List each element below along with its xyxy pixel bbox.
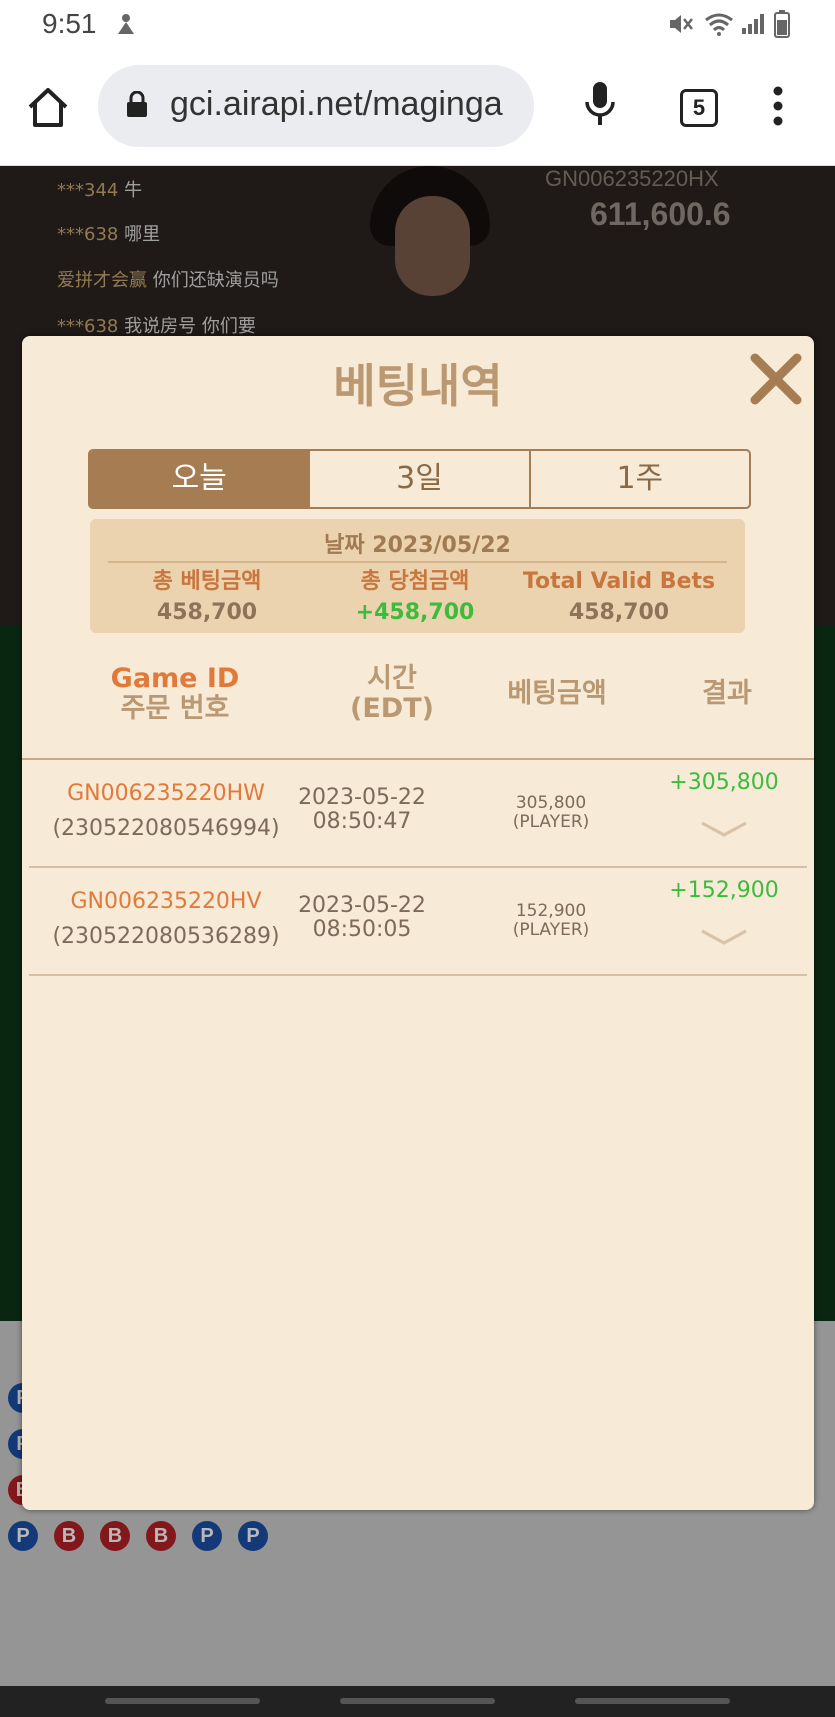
- row-date: 2023-05-22: [298, 785, 426, 810]
- browser-toolbar: gci.airapi.net/maginga 5: [0, 50, 835, 167]
- total-bet-summary: 총 베팅금액 458,700: [102, 567, 312, 629]
- lock-icon: [126, 90, 148, 117]
- total-win-label: 총 당첨금액: [360, 569, 470, 594]
- row-bet-amount: 152,900: [515, 901, 587, 921]
- row-bet-amount: 305,800: [515, 793, 587, 813]
- row-bet: 152,900 (PLAYER): [491, 902, 611, 940]
- row-result: +305,800: [669, 770, 779, 795]
- summary-date: 날짜 2023/05/22: [324, 533, 511, 558]
- valid-bets-label: Total Valid Bets: [522, 569, 716, 594]
- header-game-id-label: Game ID: [110, 663, 240, 694]
- table-row[interactable]: GN006235220HV (230522080536289) 2023-05-…: [29, 868, 807, 976]
- row-game-id: GN006235220HW: [67, 781, 265, 806]
- bet-history-modal: 베팅내역 오늘 3일 1주 날짜 2023/05/22 총 베팅금액 458,7…: [22, 336, 814, 1510]
- period-tabs: 오늘 3일 1주: [88, 449, 751, 509]
- system-nav-bar: [0, 1686, 835, 1717]
- row-clock: 08:50:05: [312, 917, 412, 942]
- address-bar[interactable]: gci.airapi.net/maginga: [98, 65, 534, 147]
- header-result: 결과: [702, 678, 752, 709]
- table-header: Game ID 주문 번호 시간 (EDT) 베팅금액 결과: [22, 664, 814, 750]
- total-bet-value: 458,700: [156, 600, 258, 625]
- header-timezone-label: (EDT): [350, 693, 434, 724]
- summary-panel: 날짜 2023/05/22 총 베팅금액 458,700 총 당첨금액 +458…: [90, 519, 745, 633]
- row-time: 2023-05-22 08:50:05: [292, 894, 432, 942]
- row-ids: GN006235220HV (230522080536289): [51, 884, 281, 954]
- row-clock: 08:50:47: [312, 809, 412, 834]
- wifi-icon: [704, 10, 734, 38]
- total-bet-label: 총 베팅금액: [152, 569, 262, 594]
- row-order-no: (230522080536289): [52, 924, 280, 949]
- row-bet-type: (PLAYER): [512, 920, 590, 940]
- modal-title: 베팅내역: [333, 359, 503, 413]
- row-game-id: GN006235220HV: [70, 889, 262, 914]
- table-row[interactable]: GN006235220HW (230522080546994) 2023-05-…: [29, 760, 807, 868]
- nav-back-handle[interactable]: [575, 1698, 730, 1704]
- chevron-down-icon[interactable]: [699, 818, 749, 840]
- header-time: 시간 (EDT): [312, 664, 472, 724]
- close-icon[interactable]: [747, 350, 805, 408]
- header-game-id: Game ID 주문 번호: [60, 664, 290, 724]
- row-ids: GN006235220HW (230522080546994): [51, 776, 281, 846]
- microphone-icon[interactable]: [584, 80, 616, 134]
- valid-bets-value: 458,700: [568, 600, 670, 625]
- status-bar: 9:51: [0, 0, 835, 50]
- row-order-no: (230522080546994): [52, 816, 280, 841]
- more-options-icon[interactable]: [771, 86, 785, 130]
- signal-icon: [740, 10, 766, 38]
- row-bet: 305,800 (PLAYER): [491, 794, 611, 832]
- tab-1-week[interactable]: 1주: [531, 451, 749, 507]
- row-bet-type: (PLAYER): [512, 812, 590, 832]
- status-time: 9:51: [42, 8, 97, 39]
- row-time: 2023-05-22 08:50:47: [292, 786, 432, 834]
- header-time-label: 시간: [367, 663, 417, 694]
- header-bet-amount: 베팅금액: [507, 678, 607, 709]
- url-text: gci.airapi.net/maginga: [170, 85, 503, 123]
- tab-switcher-button[interactable]: 5: [680, 89, 718, 127]
- nav-recents-handle[interactable]: [105, 1698, 260, 1704]
- row-date: 2023-05-22: [298, 893, 426, 918]
- nav-home-handle[interactable]: [340, 1698, 495, 1704]
- tab-today[interactable]: 오늘: [90, 451, 311, 507]
- battery-icon: [772, 10, 792, 38]
- valid-bets-summary: Total Valid Bets 458,700: [514, 567, 724, 629]
- home-icon[interactable]: [26, 85, 70, 133]
- total-win-summary: 총 당첨금액 +458,700: [310, 567, 520, 629]
- row-result: +152,900: [669, 878, 779, 903]
- mute-icon: [668, 10, 694, 38]
- tab-3-days[interactable]: 3일: [310, 451, 531, 507]
- total-win-value: +458,700: [355, 600, 475, 625]
- chevron-down-icon[interactable]: [699, 926, 749, 948]
- summary-divider: [108, 561, 727, 563]
- header-order-no-label: 주문 번호: [120, 693, 230, 724]
- notification-icon: [115, 10, 137, 38]
